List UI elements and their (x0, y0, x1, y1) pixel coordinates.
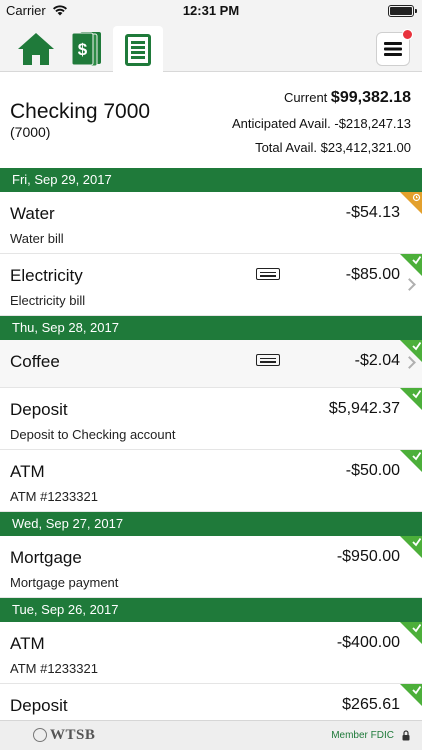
transaction-row[interactable]: Water Water bill -$54.13 (0, 192, 422, 254)
transaction-row[interactable]: ATM ATM #1233321 -$400.00 (0, 622, 422, 684)
checkmark-icon (412, 451, 421, 461)
clock-icon (412, 193, 421, 202)
transaction-subtitle: ATM #1233321 (10, 661, 98, 676)
transaction-row[interactable]: Deposit $265.61 (0, 684, 422, 720)
date-header: Tue, Sep 26, 2017 (0, 598, 422, 622)
checkmark-icon (412, 389, 421, 399)
transaction-amount: -$50.00 (345, 462, 400, 479)
lock-icon (402, 730, 410, 741)
transaction-subtitle: Electricity bill (10, 293, 86, 308)
home-icon (18, 33, 54, 65)
transaction-subtitle: Mortgage payment (10, 575, 119, 590)
transaction-amount: -$2.04 (354, 352, 400, 369)
transaction-row[interactable]: ATM ATM #1233321 -$50.00 (0, 450, 422, 512)
transaction-amount: $265.61 (342, 696, 400, 713)
battery-icon (388, 5, 417, 17)
money-icon: $ (71, 32, 101, 67)
checkmark-icon (412, 623, 421, 633)
clock: 12:31 PM (182, 3, 240, 18)
transaction-amount: $5,942.37 (328, 400, 400, 417)
transaction-title: Deposit (10, 400, 68, 419)
transaction-amount: -$54.13 (345, 204, 400, 221)
fdic-label: Member FDIC (331, 730, 394, 741)
account-number: (7000) (10, 124, 51, 140)
transaction-title: Mortgage (10, 548, 82, 567)
transaction-amount: -$400.00 (336, 634, 400, 651)
bank-logo: WTSB (34, 727, 95, 744)
svg-text:$: $ (78, 40, 88, 59)
total-balance-label: Total Avail. (255, 140, 317, 155)
bank-logo-text: WTSB (50, 727, 96, 743)
transaction-list[interactable]: Fri, Sep 29, 2017 Water Water bill -$54.… (0, 168, 422, 720)
transaction-title: Coffee (10, 352, 60, 371)
checkmark-icon (412, 685, 421, 695)
date-header: Thu, Sep 28, 2017 (0, 316, 422, 340)
transaction-title: ATM (10, 634, 45, 653)
notification-badge (402, 29, 413, 40)
current-balance-value: $99,382.18 (330, 89, 411, 106)
transaction-subtitle: Deposit to Checking account (10, 427, 176, 442)
status-bar: Carrier 12:31 PM (0, 0, 422, 22)
current-balance: Current $99,382.18 (284, 89, 411, 107)
register-icon (125, 33, 151, 66)
transaction-row[interactable]: Coffee -$2.04 (0, 340, 422, 388)
anticipated-balance-value: -$218,247.13 (334, 116, 411, 131)
hamburger-icon (384, 42, 402, 56)
total-balance: Total Avail. $23,412,321.00 (255, 140, 411, 155)
tab-bar: $ (0, 22, 422, 73)
transaction-title: Water (10, 204, 55, 223)
date-header: Fri, Sep 29, 2017 (0, 168, 422, 192)
memo-icon (256, 354, 280, 366)
checkmark-icon (412, 537, 421, 547)
current-balance-label: Current (283, 90, 328, 105)
anticipated-balance: Anticipated Avail. -$218,247.13 (232, 116, 411, 131)
account-name: Checking 7000 (10, 100, 151, 123)
transaction-title: Deposit (10, 696, 68, 715)
chevron-right-icon[interactable] (403, 278, 416, 291)
account-header: Checking 7000 (7000) Current $99,382.18 … (0, 72, 422, 168)
tab-home[interactable] (11, 26, 61, 72)
date-header: Wed, Sep 27, 2017 (0, 512, 422, 536)
transaction-amount: -$85.00 (345, 266, 400, 283)
transaction-title: Electricity (10, 266, 83, 285)
anticipated-balance-label: Anticipated Avail. (231, 116, 331, 131)
checkmark-icon (412, 341, 421, 351)
transaction-row[interactable]: Deposit Deposit to Checking account $5,9… (0, 388, 422, 450)
transaction-row[interactable]: Electricity Electricity bill -$85.00 (0, 254, 422, 316)
transaction-subtitle: ATM #1233321 (10, 489, 98, 504)
transaction-title: ATM (10, 462, 45, 481)
menu-button[interactable] (376, 29, 413, 66)
footer: WTSB Member FDIC (0, 720, 422, 750)
transaction-amount: -$950.00 (336, 548, 400, 565)
memo-icon (256, 268, 280, 280)
transaction-row[interactable]: Mortgage Mortgage payment -$950.00 (0, 536, 422, 598)
tab-register[interactable] (113, 26, 163, 73)
total-balance-value: $23,412,321.00 (320, 140, 411, 155)
tab-money[interactable]: $ (62, 26, 112, 72)
checkmark-icon (412, 255, 421, 265)
transaction-subtitle: Water bill (10, 231, 64, 246)
